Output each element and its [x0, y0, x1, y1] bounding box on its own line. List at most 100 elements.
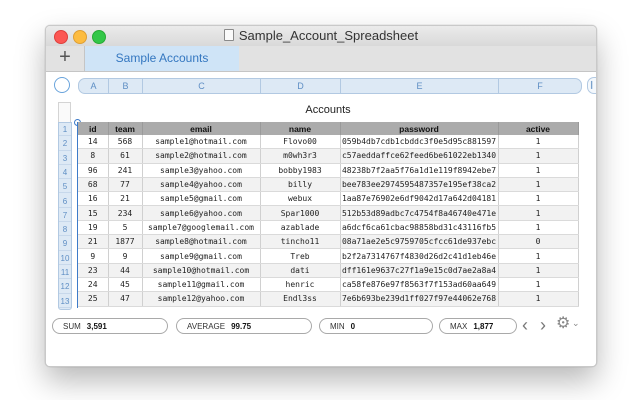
cell-active[interactable]: 1: [498, 163, 579, 178]
cell-email[interactable]: sample12@yahoo.com: [142, 291, 261, 307]
cell-id[interactable]: 25: [78, 291, 109, 307]
gear-icon[interactable]: ⚙: [556, 315, 570, 333]
row-header[interactable]: 5: [59, 180, 71, 194]
cell-team[interactable]: 45: [108, 277, 143, 293]
chevron-down-icon[interactable]: ⌄: [572, 318, 580, 329]
cell-email[interactable]: sample11@gmail.com: [142, 277, 261, 293]
row-header[interactable]: 13: [59, 295, 71, 308]
cell-active[interactable]: 1: [498, 291, 579, 307]
cell-id[interactable]: 24: [78, 277, 109, 293]
pause-icon[interactable]: ❙❙: [587, 77, 596, 94]
cell-id[interactable]: 16: [78, 191, 109, 207]
cell-email[interactable]: sample5@gmail.com: [142, 191, 261, 207]
cell-id[interactable]: 68: [78, 177, 109, 193]
cell-id[interactable]: 14: [78, 135, 109, 150]
row-header[interactable]: 9: [59, 237, 71, 251]
cell-team[interactable]: 568: [108, 135, 143, 150]
cell-active[interactable]: 0: [498, 234, 579, 250]
column-header-a[interactable]: A: [79, 79, 109, 93]
cell-email[interactable]: sample6@yahoo.com: [142, 205, 261, 221]
column-header-e[interactable]: E: [341, 79, 499, 93]
cell-id[interactable]: 96: [78, 163, 109, 178]
cell-active[interactable]: 1: [498, 148, 579, 164]
cell-name[interactable]: billy: [260, 177, 341, 193]
cell-team[interactable]: 1877: [108, 234, 143, 250]
average-pill[interactable]: AVERAGE 99.75: [176, 318, 312, 334]
cell-id[interactable]: 23: [78, 263, 109, 278]
cell-team[interactable]: 44: [108, 263, 143, 278]
cell-name[interactable]: dati: [260, 263, 341, 278]
row-header[interactable]: 7: [59, 209, 71, 223]
cell-email[interactable]: sample7@googlemail.com: [142, 220, 261, 236]
cell-team[interactable]: 21: [108, 191, 143, 207]
cell-password[interactable]: a6dcf6ca61cbac98858bd31c43116fb5: [340, 220, 499, 236]
header-cell-id[interactable]: id: [78, 122, 109, 135]
cell-name[interactable]: Spar1000: [260, 205, 341, 221]
cell-team[interactable]: 234: [108, 205, 143, 221]
cell-password[interactable]: 7e6b693be239d1ff027f97e44062e768: [340, 291, 499, 307]
row-header[interactable]: 8: [59, 223, 71, 237]
row-header[interactable]: 12: [59, 280, 71, 294]
cell-active[interactable]: 1: [498, 205, 579, 221]
header-cell-active[interactable]: active: [498, 122, 579, 135]
cell-active[interactable]: 1: [498, 177, 579, 193]
column-header-c[interactable]: C: [143, 79, 261, 93]
header-cell-name[interactable]: name: [260, 122, 341, 135]
header-cell-team[interactable]: team: [108, 122, 143, 135]
max-pill[interactable]: MAX 1,877: [439, 318, 517, 334]
cell-active[interactable]: 1: [498, 135, 579, 150]
cell-password[interactable]: 08a71ae2e5c9759705cfcc61de937ebc: [340, 234, 499, 250]
cell-id[interactable]: 21: [78, 234, 109, 250]
row-header[interactable]: 2: [59, 137, 71, 151]
cell-password[interactable]: ca58fe876e97f8563f7f153ad60aa649: [340, 277, 499, 293]
cell-active[interactable]: 1: [498, 220, 579, 236]
sum-pill[interactable]: SUM 3,591: [52, 318, 168, 334]
cell-name[interactable]: tincho11: [260, 234, 341, 250]
chevron-left-icon[interactable]: ‹: [522, 316, 528, 334]
row-header[interactable]: 1: [59, 123, 71, 137]
cell-email[interactable]: sample4@yahoo.com: [142, 177, 261, 193]
cell-name[interactable]: bobby1983: [260, 163, 341, 178]
cell-active[interactable]: 1: [498, 263, 579, 278]
cell-name[interactable]: henric: [260, 277, 341, 293]
cell-password[interactable]: 1aa87e76902e6df9042d17a642d04181: [340, 191, 499, 207]
cell-team[interactable]: 241: [108, 163, 143, 178]
cell-name[interactable]: m0wh3r3: [260, 148, 341, 164]
column-header-f[interactable]: F: [499, 79, 581, 93]
row-header[interactable]: 11: [59, 266, 71, 280]
cell-active[interactable]: 1: [498, 191, 579, 207]
cell-id[interactable]: 15: [78, 205, 109, 221]
cell-email[interactable]: sample8@hotmail.com: [142, 234, 261, 250]
cell-name[interactable]: azablade: [260, 220, 341, 236]
cell-password[interactable]: dff161e9637c27f1a9e15c0d7ae2a8a4: [340, 263, 499, 278]
cell-password[interactable]: bee783ee2974595487357e195ef38ca2: [340, 177, 499, 193]
cell-team[interactable]: 5: [108, 220, 143, 236]
cell-password[interactable]: 059b4db7cdb1cbddc3f0e5d95c881597: [340, 135, 499, 150]
cell-email[interactable]: sample9@gmail.com: [142, 248, 261, 264]
row-header[interactable]: 4: [59, 166, 71, 180]
row-header[interactable]: 3: [59, 152, 71, 165]
cell-id[interactable]: 19: [78, 220, 109, 236]
cell-id[interactable]: 9: [78, 248, 109, 264]
select-all-handle[interactable]: [54, 77, 70, 93]
cell-email[interactable]: sample10@hotmail.com: [142, 263, 261, 278]
cell-team[interactable]: 61: [108, 148, 143, 164]
cell-team[interactable]: 9: [108, 248, 143, 264]
cell-email[interactable]: sample2@hotmail.com: [142, 148, 261, 164]
cell-password[interactable]: 512b53d89adbc7c4754f8a46740e471e: [340, 205, 499, 221]
min-pill[interactable]: MIN 0: [319, 318, 433, 334]
cell-id[interactable]: 8: [78, 148, 109, 164]
tab-sample-accounts[interactable]: Sample Accounts: [85, 46, 239, 71]
cell-active[interactable]: 1: [498, 248, 579, 264]
cell-email[interactable]: sample1@hotmail.com: [142, 135, 261, 150]
column-header-b[interactable]: B: [109, 79, 143, 93]
cell-name[interactable]: Endl3ss: [260, 291, 341, 307]
cell-password[interactable]: 48238b7f2aa5f76a1d1e119f8942ebe7: [340, 163, 499, 178]
cell-name[interactable]: Flovo00: [260, 135, 341, 150]
table-title[interactable]: Accounts: [78, 104, 578, 120]
column-header-d[interactable]: D: [261, 79, 341, 93]
row-header[interactable]: 10: [59, 252, 71, 265]
row-header[interactable]: 6: [59, 195, 71, 208]
add-sheet-button[interactable]: +: [46, 46, 85, 71]
cell-name[interactable]: webux: [260, 191, 341, 207]
